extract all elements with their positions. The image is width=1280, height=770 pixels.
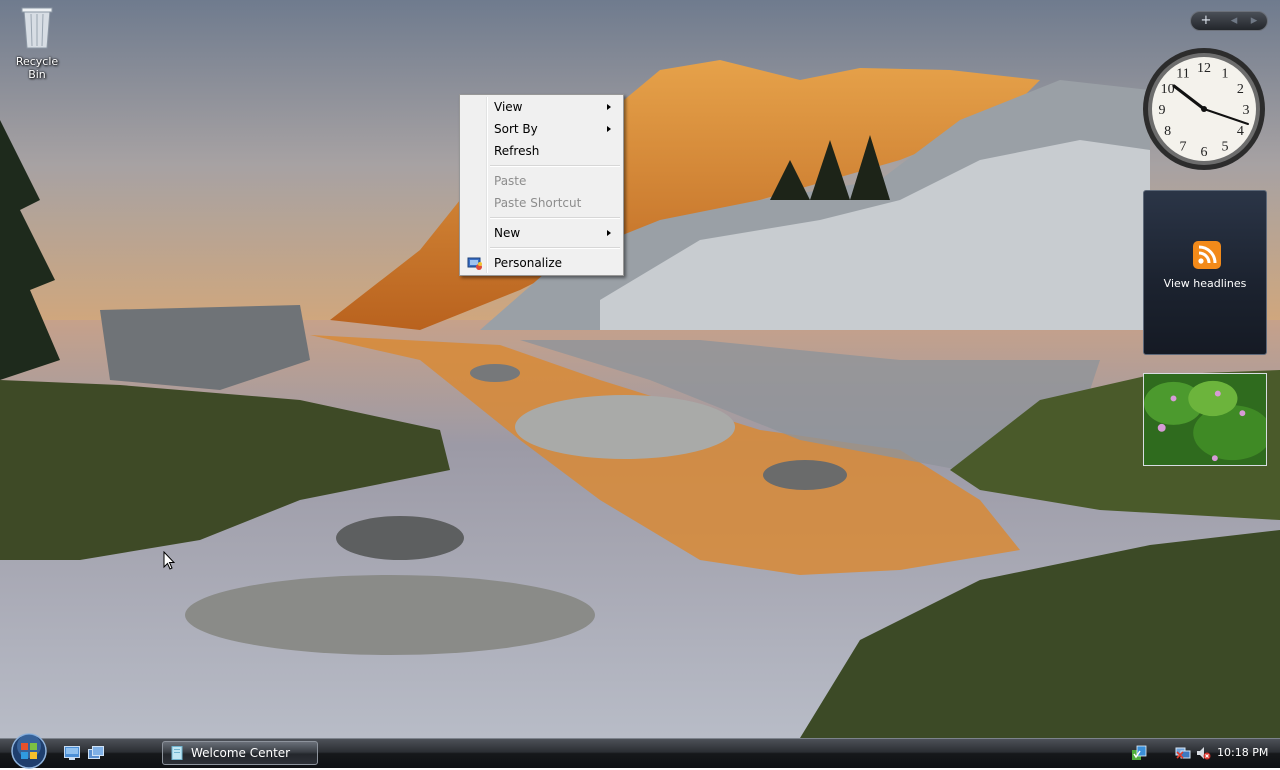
recycle-bin-shortcut[interactable]: Recycle Bin — [6, 4, 68, 81]
menu-separator — [490, 247, 620, 249]
next-page-button[interactable]: ▸ — [1245, 12, 1263, 30]
windows-start-orb[interactable] — [8, 732, 50, 770]
menu-item-paste[interactable]: Paste — [462, 170, 621, 192]
submenu-arrow-icon — [607, 230, 611, 236]
show-desktop-icon[interactable] — [64, 746, 80, 760]
menu-item-new[interactable]: New — [462, 222, 621, 244]
menu-separator — [490, 217, 620, 219]
submenu-arrow-icon — [607, 104, 611, 110]
welcome-center-icon — [171, 746, 183, 760]
network-icon[interactable] — [1175, 745, 1191, 761]
desktop-context-menu: View Sort By Refresh Paste Paste Shortcu… — [459, 94, 624, 276]
clock-numeral: 5 — [1222, 139, 1229, 154]
menu-item-sort-by[interactable]: Sort By — [462, 118, 621, 140]
clock-numeral: 11 — [1176, 67, 1189, 82]
clock-numeral: 10 — [1161, 82, 1175, 97]
mouse-cursor-icon — [163, 551, 175, 570]
desktop[interactable]: Recycle Bin View Sort By Refresh Paste P… — [0, 0, 1280, 738]
wallpaper — [0, 0, 1280, 738]
menu-item-label: Paste — [494, 174, 527, 188]
previous-page-button[interactable]: ◂ — [1225, 12, 1243, 30]
clock-numeral: 7 — [1180, 139, 1187, 154]
taskbar-button-welcome-center[interactable]: Welcome Center — [162, 741, 318, 765]
menu-item-label: Personalize — [494, 256, 563, 270]
menu-item-label: New — [494, 226, 521, 240]
clock-numeral: 8 — [1164, 124, 1171, 139]
taskbar-clock[interactable]: 10:18 PM — [1217, 746, 1268, 759]
menu-item-personalize[interactable]: Personalize — [462, 252, 621, 274]
menu-item-refresh[interactable]: Refresh — [462, 140, 621, 162]
menu-item-view[interactable]: View — [462, 96, 621, 118]
clock-numeral: 12 — [1197, 61, 1211, 76]
switch-windows-icon[interactable] — [88, 746, 104, 760]
menu-item-label: Refresh — [494, 144, 540, 158]
clock-numeral: 6 — [1201, 145, 1208, 160]
menu-item-label: Sort By — [494, 122, 538, 136]
clock-numeral: 1 — [1222, 67, 1229, 82]
taskbar: Welcome Center 10:18 PM — [0, 733, 1280, 769]
clock-numeral: 4 — [1237, 124, 1244, 139]
submenu-arrow-icon — [607, 126, 611, 132]
clock-numeral: 3 — [1243, 103, 1250, 118]
security-icon[interactable] — [1131, 745, 1147, 761]
clock-numeral: 9 — [1159, 103, 1166, 118]
clock-gadget[interactable]: 12 12 3 45678 9 1011 — [1141, 46, 1267, 172]
taskbar-button-label: Welcome Center — [191, 746, 291, 760]
recycle-bin-label: Recycle Bin — [15, 55, 59, 81]
rss-icon — [1193, 241, 1221, 269]
menu-item-label: View — [494, 100, 523, 114]
slideshow-gadget[interactable] — [1143, 373, 1267, 466]
add-gadget-button[interactable]: + — [1197, 12, 1215, 30]
menu-item-label: Paste Shortcut — [494, 196, 582, 210]
recycle-bin-icon — [21, 7, 53, 49]
volume-muted-icon[interactable] — [1195, 745, 1211, 761]
view-headlines-link[interactable]: View headlines — [1144, 277, 1266, 290]
clock-numeral: 2 — [1237, 82, 1244, 97]
menu-item-paste-shortcut[interactable]: Paste Shortcut — [462, 192, 621, 214]
sidebar-controls: + ◂ ▸ — [1190, 11, 1268, 31]
menu-separator — [490, 165, 620, 167]
personalize-icon — [467, 257, 482, 270]
feed-headlines-gadget[interactable]: View headlines — [1143, 190, 1267, 355]
